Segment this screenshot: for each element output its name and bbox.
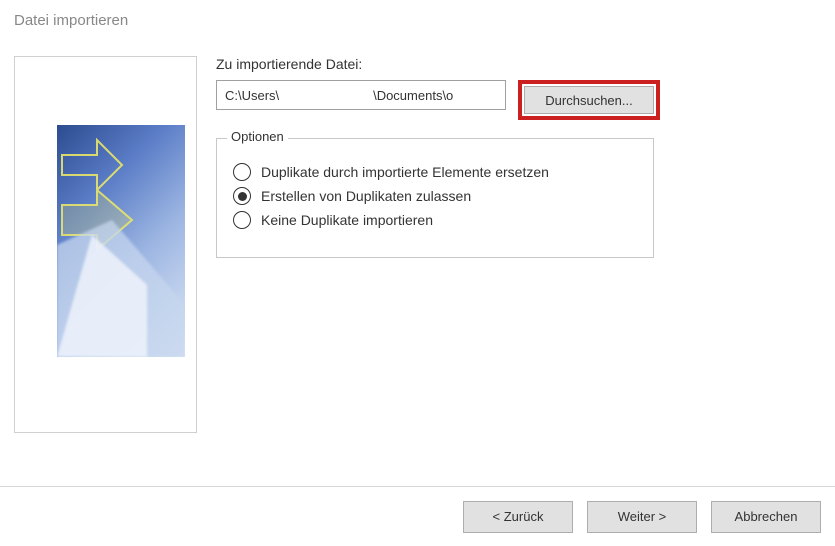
option-replace-duplicates[interactable]: Duplikate durch importierte Elemente ers… [233,163,637,181]
back-button[interactable]: < Zurück [463,501,573,533]
radio-icon [233,163,251,181]
wizard-side-panel [14,56,197,433]
options-group: Optionen Duplikate durch importierte Ele… [216,138,654,258]
form-area: Zu importierende Datei: Durchsuchen... O… [216,56,821,258]
option-no-duplicates[interactable]: Keine Duplikate importieren [233,211,637,229]
browse-button[interactable]: Durchsuchen... [524,86,654,114]
wizard-footer: < Zurück Weiter > Abbrechen [0,486,835,546]
wizard-illustration [57,125,185,357]
options-group-title: Optionen [227,129,288,144]
radio-icon [233,211,251,229]
option-label: Erstellen von Duplikaten zulassen [261,188,471,204]
cancel-button[interactable]: Abbrechen [711,501,821,533]
file-path-label: Zu importierende Datei: [216,56,821,72]
option-label: Duplikate durch importierte Elemente ers… [261,164,549,180]
option-label: Keine Duplikate importieren [261,212,433,228]
next-button[interactable]: Weiter > [587,501,697,533]
file-path-input[interactable] [216,80,506,110]
browse-highlight: Durchsuchen... [518,80,660,120]
file-row: Durchsuchen... [216,80,821,120]
radio-icon [233,187,251,205]
dialog-body: Zu importierende Datei: Durchsuchen... O… [0,42,835,476]
option-allow-duplicates[interactable]: Erstellen von Duplikaten zulassen [233,187,637,205]
window-title: Datei importieren [0,0,835,39]
